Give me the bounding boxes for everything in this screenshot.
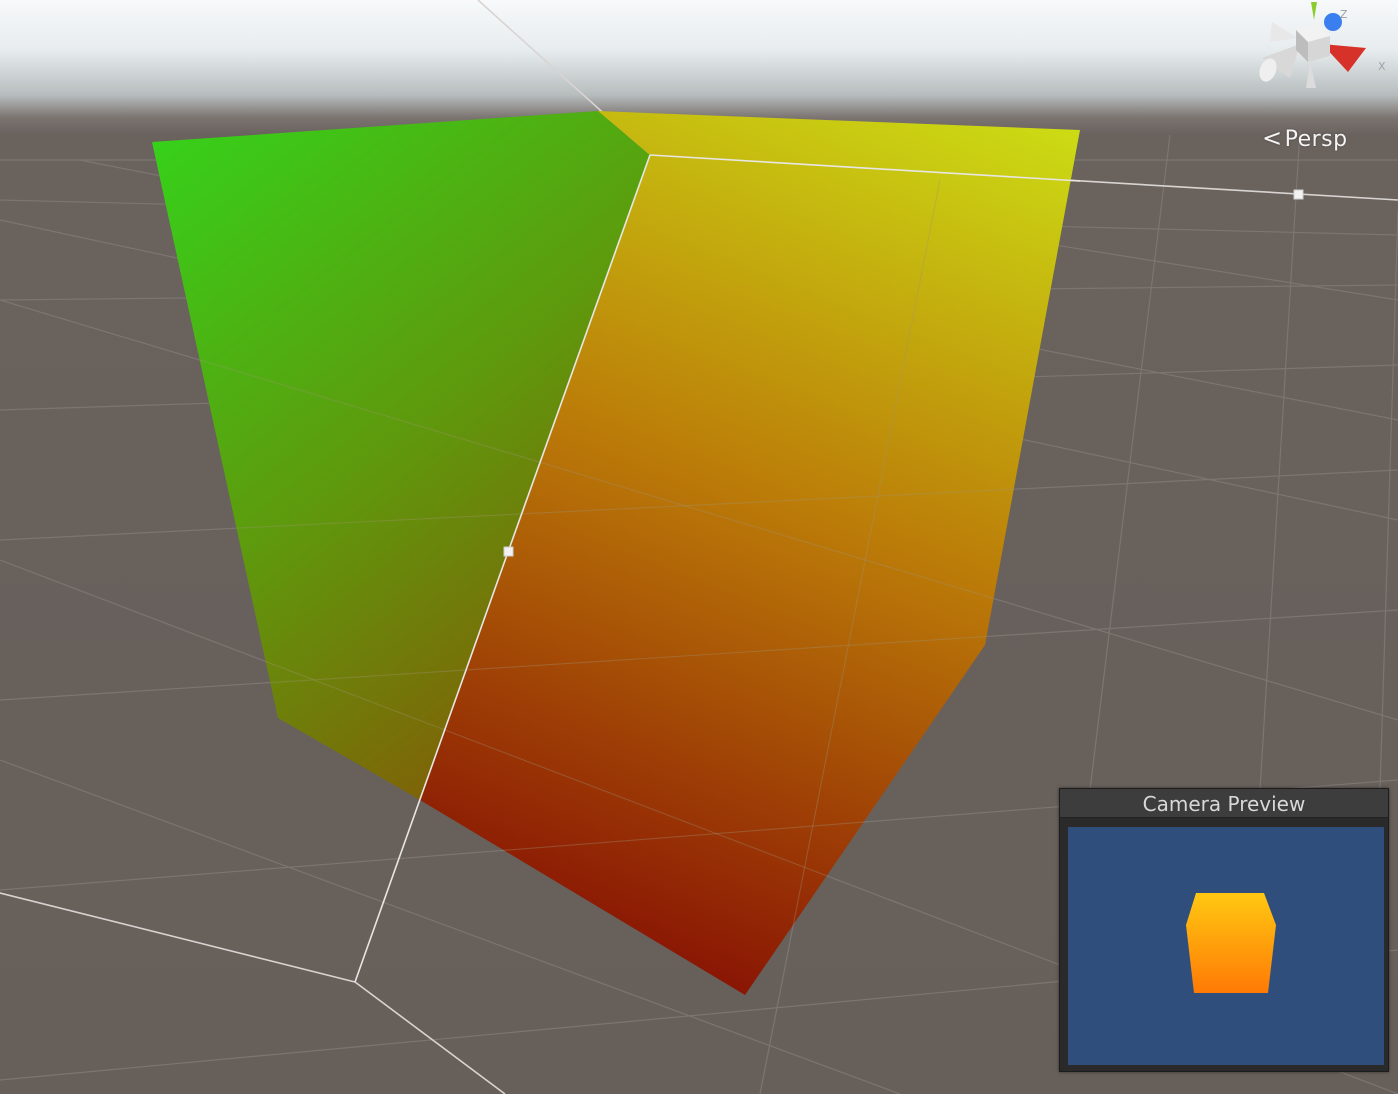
projection-toggle[interactable]: <Persp: [1262, 124, 1348, 152]
gizmo-x-label: X: [1378, 60, 1386, 73]
pivot-handle[interactable]: [503, 546, 514, 557]
camera-preview-render: [1068, 827, 1384, 1065]
orientation-gizmo[interactable]: Z X: [1250, 0, 1398, 96]
pivot-handle-far[interactable]: [1293, 189, 1304, 200]
gizmo-y-axis-icon: [1311, 2, 1317, 20]
gizmo-z-label: Z: [1340, 8, 1348, 21]
camera-preview-title: Camera Preview: [1060, 789, 1388, 818]
scene-view[interactable]: Z X <Persp Camera Preview: [0, 0, 1398, 1094]
preview-cube-render: [1186, 893, 1276, 993]
projection-label: Persp: [1284, 127, 1348, 152]
camera-preview-panel: Camera Preview: [1059, 788, 1389, 1072]
preview-cube: [1186, 893, 1276, 993]
chevron-left-icon: <: [1262, 124, 1283, 152]
